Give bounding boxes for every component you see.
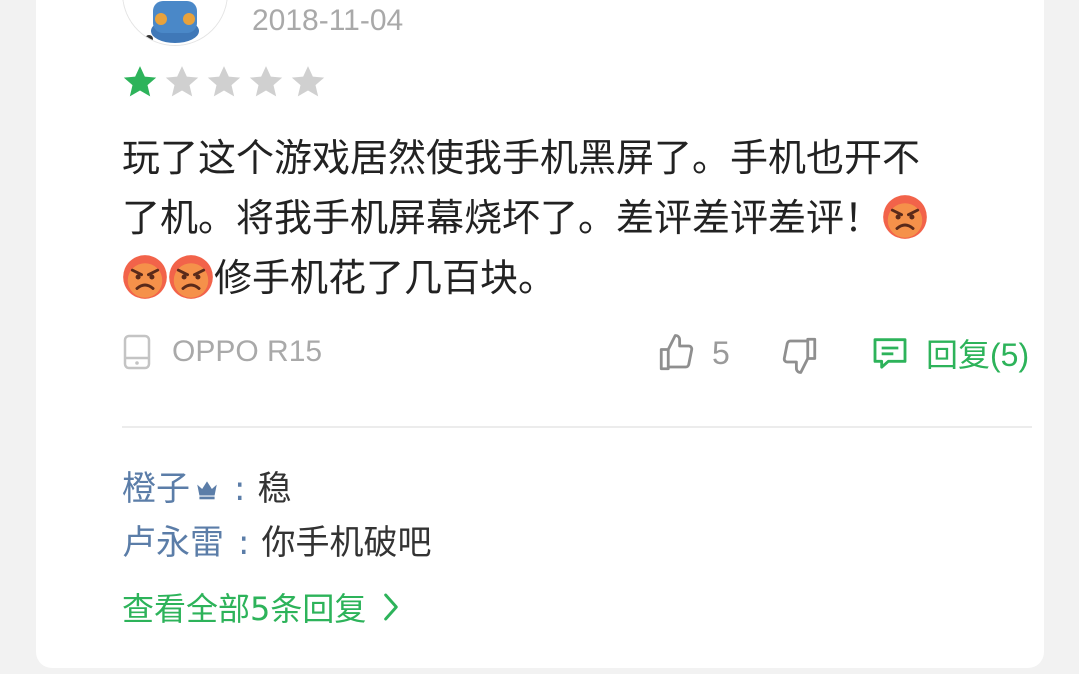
reply-separator: : — [234, 469, 246, 509]
reply-username[interactable]: 卢永雷 — [122, 516, 224, 570]
device-info: OPPO R15 — [122, 334, 322, 370]
phone-icon — [123, 334, 151, 370]
star-icon — [291, 66, 325, 97]
thumbs-up-icon — [659, 334, 694, 371]
review-text-line: 玩了这个游戏居然使我手机黑屏了。手机也开不 — [122, 136, 921, 180]
star-icon — [123, 66, 157, 97]
reply-list: 橙子 : 稳 卢永雷 : 你手机破吧 — [122, 462, 431, 570]
angry-face-emoji — [883, 195, 927, 239]
angry-face-emoji — [123, 255, 167, 299]
avatar[interactable] — [122, 0, 228, 46]
review-text-line: 修手机花了几百块。 — [122, 248, 1022, 308]
reply-item[interactable]: 卢永雷 : 你手机破吧 — [122, 516, 431, 570]
divider — [122, 426, 1032, 428]
reply-username[interactable]: 橙子 — [122, 462, 190, 516]
angry-face-emoji — [169, 255, 213, 299]
dislike-button[interactable] — [778, 334, 820, 380]
view-all-replies-link[interactable]: 查看全部5条回复 — [122, 584, 402, 630]
star-rating — [120, 62, 328, 102]
chevron-right-icon — [384, 593, 399, 621]
reply-text: 稳 — [257, 469, 292, 509]
device-name: OPPO R15 — [172, 335, 323, 368]
review-text-line: 了机。将我手机屏幕烧坏了。差评差评差评！ — [122, 188, 1022, 248]
like-count: 5 — [712, 334, 730, 371]
reply-button[interactable]: 回复(5) — [870, 330, 1029, 376]
reply-separator: : — [238, 523, 250, 563]
review-text: 玩了这个游戏居然使我手机黑屏了。手机也开不 了机。将我手机屏幕烧坏了。差评差评差… — [122, 128, 1022, 308]
star-icon — [207, 66, 241, 97]
comment-icon — [873, 338, 907, 369]
view-all-label: 查看全部5条回复 — [122, 590, 367, 628]
like-button[interactable]: 5 — [656, 332, 730, 374]
star-icon — [249, 66, 283, 97]
thumbs-down-icon — [782, 337, 817, 374]
star-icon — [165, 66, 199, 97]
crown-icon — [197, 481, 217, 500]
reply-label: 回复(5) — [926, 337, 1030, 373]
review-date: 2018-11-04 — [252, 4, 404, 37]
review-card: 2018-11-04 玩了这个游戏居然使我手机黑屏了。手机也开不 了机。将我手机… — [36, 0, 1044, 668]
reply-item[interactable]: 橙子 : 稳 — [122, 462, 431, 516]
reply-text: 你手机破吧 — [261, 523, 432, 563]
